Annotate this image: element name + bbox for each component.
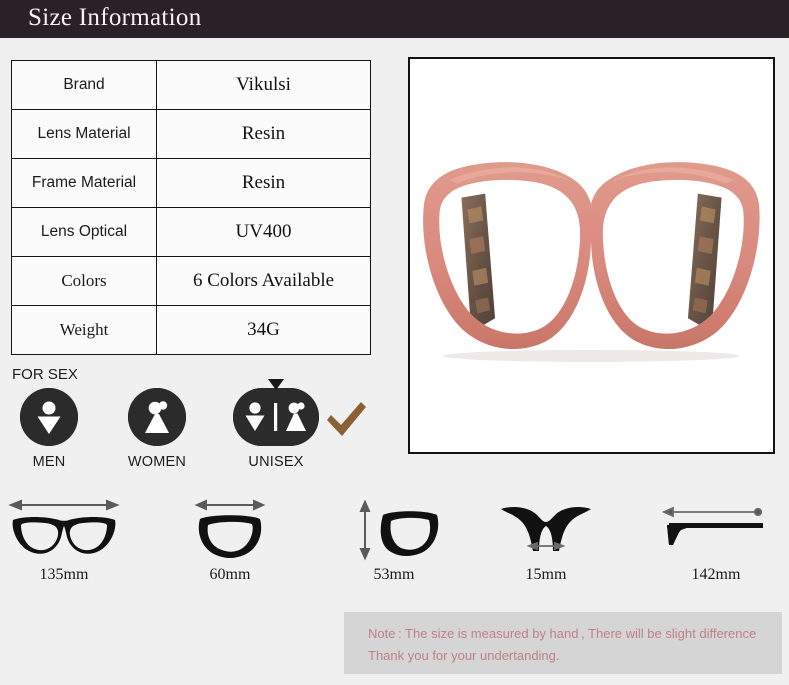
checkmark-icon (327, 402, 366, 436)
eyeglasses-product-image (410, 59, 773, 452)
gender-option-unisex[interactable]: UNISEX (230, 388, 322, 470)
table-row: Lens Material Resin (11, 109, 371, 159)
spec-value-colors: 6 Colors Available (156, 256, 371, 306)
man-figure-icon (20, 388, 78, 446)
table-row: Lens Optical UV400 (11, 207, 371, 257)
spec-value-weight: 34G (156, 305, 371, 355)
specification-table: Brand Vikulsi Lens Material Resin Frame … (11, 60, 371, 355)
spec-label-lens-optical: Lens Optical (11, 207, 157, 257)
spec-value-brand: Vikulsi (156, 60, 371, 110)
gender-caption-unisex: UNISEX (248, 454, 304, 470)
table-row: Brand Vikulsi (11, 60, 371, 110)
table-row: Frame Material Resin (11, 158, 371, 208)
measurement-frame-total-width: 135mm (0, 492, 139, 584)
measurement-label: 135mm (39, 566, 89, 583)
for-sex-label: FOR SEX (12, 366, 78, 383)
measurement-temple-length: 142mm (641, 492, 789, 584)
triangle-cursor-icon (268, 379, 284, 390)
spec-value-frame-material: Resin (156, 158, 371, 208)
spec-label-lens-material: Lens Material (11, 109, 157, 159)
size-note-box: Note : The size is measured by hand , Th… (344, 612, 782, 674)
temple-length-icon (661, 506, 763, 545)
table-row: Weight 34G (11, 305, 371, 355)
spec-value-lens-optical: UV400 (156, 207, 371, 257)
gender-option-men[interactable]: MEN (14, 388, 84, 470)
woman-figure-icon (128, 388, 186, 446)
measurement-label: 15mm (525, 566, 567, 583)
measurement-lens-height: 53mm (319, 492, 469, 584)
gender-option-women[interactable]: WOMEN (122, 388, 192, 470)
lens-width-icon (194, 499, 266, 558)
spec-value-lens-material: Resin (156, 109, 371, 159)
spec-label-colors: Colors (11, 256, 157, 306)
page-title: Size Information (28, 4, 202, 31)
gender-caption-women: WOMEN (127, 454, 187, 470)
note-line-1: Note : The size is measured by hand , Th… (368, 626, 757, 641)
note-line-2: Thank you for your undertanding. (368, 648, 560, 663)
measurement-icons-row: 135mm 60mm 53mm 15mm 142mm (0, 492, 789, 592)
measurement-label: 53mm (373, 566, 415, 583)
measurement-label: 142mm (691, 566, 741, 583)
spec-label-frame-material: Frame Material (11, 158, 157, 208)
spec-label-weight: Weight (11, 305, 157, 355)
header-bar: Size Information (0, 0, 789, 38)
spec-label-brand: Brand (11, 60, 157, 110)
bridge-width-icon (501, 507, 591, 551)
measurement-lens-width: 60mm (155, 492, 305, 584)
measurement-label: 60mm (209, 566, 251, 583)
frame-total-width-icon (8, 499, 120, 554)
product-photo-frame (408, 57, 775, 454)
measurement-bridge-width: 15mm (471, 492, 621, 584)
lens-height-icon (359, 499, 439, 561)
table-row: Colors 6 Colors Available (11, 256, 371, 306)
man-woman-figures-icon (233, 388, 319, 446)
gender-caption-men: MEN (32, 454, 66, 470)
